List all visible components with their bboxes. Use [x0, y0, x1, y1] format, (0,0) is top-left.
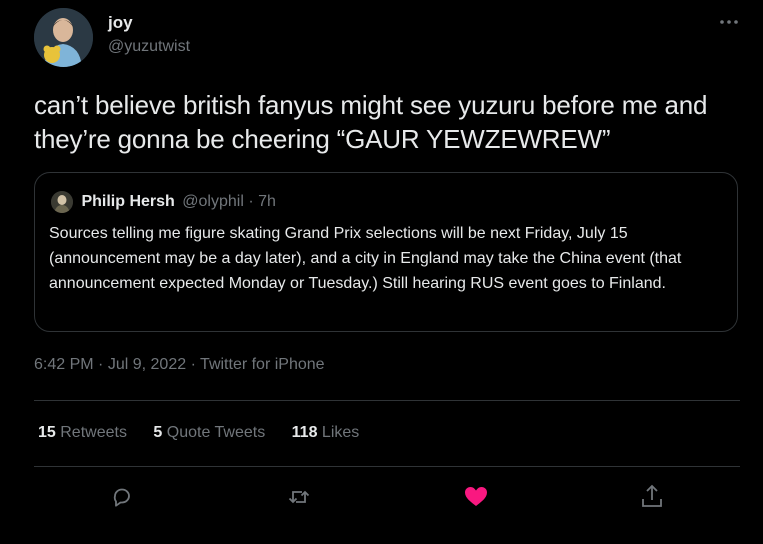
likes-stat[interactable]: 118 Likes	[292, 424, 360, 441]
likes-label: Likes	[321, 424, 360, 441]
quote-tweets-label: Quote Tweets	[166, 424, 266, 441]
quoted-author-name: Philip Hersh	[81, 193, 175, 210]
quoted-time: 7h	[258, 193, 276, 210]
quoted-tweet-header: Philip Hersh @olyphil · 7h	[51, 191, 276, 213]
tweet-date[interactable]: Jul 9, 2022	[108, 356, 186, 373]
likes-count: 118	[291, 424, 318, 441]
tweet-stats: 15 Retweets 5 Quote Tweets 118 Likes	[38, 424, 381, 442]
author-handle[interactable]: @yuzutwist	[108, 36, 190, 58]
meta-separator: ·	[98, 356, 104, 373]
quote-tweets-count: 5	[153, 424, 163, 441]
quoted-tweet-text: Sources telling me figure skating Grand …	[49, 225, 682, 292]
retweets-label: Retweets	[60, 424, 127, 441]
quoted-author-handle: @olyphil	[182, 193, 244, 210]
retweets-count: 15	[38, 424, 56, 441]
divider	[34, 466, 740, 467]
quoted-separator: ·	[248, 193, 254, 210]
share-icon[interactable]	[637, 482, 667, 512]
tweet-header: joy @yuzutwist	[34, 8, 744, 68]
more-icon[interactable]	[718, 14, 740, 30]
tweet-time[interactable]: 6:42 PM	[34, 356, 94, 373]
meta-separator: ·	[190, 356, 196, 373]
author-avatar[interactable]	[34, 8, 93, 67]
divider	[34, 400, 740, 401]
heart-icon[interactable]	[461, 482, 491, 512]
author-names: joy @yuzutwist	[108, 12, 190, 58]
retweet-icon[interactable]	[284, 482, 314, 512]
quoted-tweet[interactable]: Philip Hersh @olyphil · 7h Sources telli…	[34, 172, 738, 332]
author-display-name[interactable]: joy	[108, 12, 190, 34]
tweet-meta: 6:42 PM · Jul 9, 2022 · Twitter for iPho…	[34, 356, 325, 374]
quoted-author-avatar	[51, 191, 73, 213]
reply-icon[interactable]	[107, 482, 137, 512]
tweet-actions	[0, 482, 763, 512]
tweet-source[interactable]: Twitter for iPhone	[200, 356, 325, 373]
tweet-text: can’t believe british fanyus might see y…	[34, 90, 708, 154]
retweets-stat[interactable]: 15 Retweets	[38, 424, 131, 441]
quote-tweets-stat[interactable]: 5 Quote Tweets	[153, 424, 269, 441]
